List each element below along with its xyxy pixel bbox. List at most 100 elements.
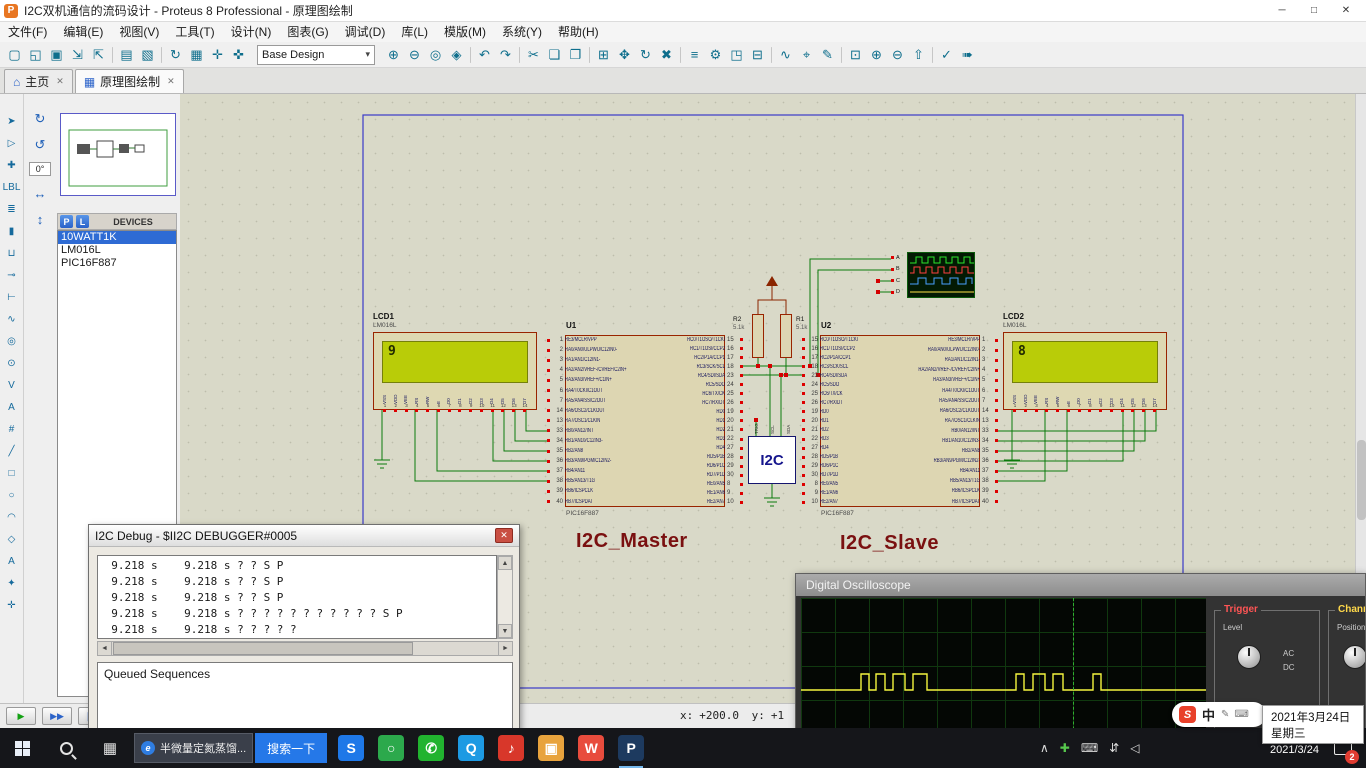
taskbar-wechat[interactable]: ✆ — [411, 728, 451, 768]
toolbar-icon[interactable] — [519, 47, 520, 63]
false-origin-icon[interactable]: ✛ — [207, 45, 228, 65]
ime-toolbar[interactable]: S 中 ✎⌨ — [1172, 702, 1266, 727]
i2c-debugger-component[interactable]: I2C — [748, 436, 796, 484]
mirror-horizontal-icon[interactable]: ↔ — [31, 184, 49, 202]
block-move-icon[interactable]: ✥ — [614, 45, 635, 65]
menu-item[interactable]: 工具(T) — [167, 22, 222, 42]
undo-icon[interactable]: ↶ — [474, 45, 495, 65]
mcu-u2[interactable]: 15RC0/T1OSO/T1CKI16RC1/T1OSI/CCP217RC2/P… — [802, 335, 998, 507]
device-list-item[interactable]: LM016L — [58, 244, 176, 257]
taskbar-clock-date[interactable]: 2021/3/24 — [1270, 744, 1319, 756]
zoom-in-icon[interactable]: ⊕ — [383, 45, 404, 65]
junction-dot-icon[interactable]: ✚ — [2, 154, 22, 176]
menu-item[interactable]: 文件(F) — [0, 22, 55, 42]
toolbar-icon[interactable] — [932, 47, 933, 63]
design-selector[interactable]: Base Design ▾ — [257, 45, 375, 65]
sogou-ime-icon[interactable]: S — [1179, 706, 1196, 723]
play-button[interactable]: ▶ — [6, 707, 36, 725]
debug-log-row[interactable]: 9.218 s 9.218 s ? ? ? ? ? ? ? ? ? ? ? S … — [98, 606, 496, 622]
menu-item[interactable]: 设计(N) — [223, 22, 280, 42]
redo-icon[interactable]: ↷ — [495, 45, 516, 65]
make-device-icon[interactable]: ⚙ — [705, 45, 726, 65]
menu-item[interactable]: 编辑(E) — [55, 22, 111, 42]
menu-item[interactable]: 库(L) — [393, 22, 436, 42]
current-probe-icon[interactable]: A — [2, 396, 22, 418]
mark-area-icon[interactable]: ▧ — [137, 45, 158, 65]
netlist-icon[interactable]: ➠ — [957, 45, 978, 65]
menu-item[interactable]: 模版(M) — [436, 22, 494, 42]
ime-mode-chinese[interactable]: 中 — [1202, 705, 1215, 724]
pick-parts-icon[interactable]: ≡ — [684, 45, 705, 65]
decompose-icon[interactable]: ⊟ — [747, 45, 768, 65]
zoom-all-icon[interactable]: ◎ — [425, 45, 446, 65]
channel-position-knob[interactable] — [1343, 645, 1366, 669]
2d-marker-icon[interactable]: ✛ — [2, 594, 22, 616]
menu-item[interactable]: 视图(V) — [111, 22, 167, 42]
refresh-icon[interactable]: ↻ — [165, 45, 186, 65]
taskbar-music[interactable]: ♪ — [491, 728, 531, 768]
ime-tool-icon[interactable]: ⌨ — [1234, 709, 1248, 720]
2d-symbol-icon[interactable]: ✦ — [2, 572, 22, 594]
maximize-button[interactable]: □ — [1298, 0, 1330, 21]
taskbar-file-explorer[interactable]: ▣ — [531, 728, 571, 768]
deskband-text[interactable]: 半微量定氮蒸馏... — [160, 740, 246, 756]
graph-mode-icon[interactable]: ∿ — [2, 308, 22, 330]
import-icon[interactable]: ⇲ — [67, 45, 88, 65]
device-pin-icon[interactable]: ⊢ — [2, 286, 22, 308]
generator-icon[interactable]: ⊙ — [2, 352, 22, 374]
menu-item[interactable]: 调试(D) — [337, 22, 394, 42]
debug-window-titlebar[interactable]: I2C Debug - $II2C DEBUGGER#0005 ✕ — [89, 525, 519, 547]
2d-path-icon[interactable]: ◇ — [2, 528, 22, 550]
oscilloscope-titlebar[interactable]: Digital Oscilloscope — [796, 574, 1365, 596]
debug-horizontal-scrollbar[interactable]: ◄ ► — [97, 641, 513, 656]
erc-check-icon[interactable]: ✓ — [936, 45, 957, 65]
search-tag-icon[interactable]: ⌖ — [796, 45, 817, 65]
virtual-instruments-icon[interactable]: # — [2, 418, 22, 440]
close-button[interactable]: ✕ — [1330, 0, 1362, 21]
packaging-tool-icon[interactable]: ◳ — [726, 45, 747, 65]
rotate-anticlockwise-icon[interactable]: ↺ — [31, 136, 49, 154]
tab-schematic[interactable]: ▦ 原理图绘制 ✕ — [75, 69, 184, 93]
scrollbar-thumb[interactable] — [113, 642, 413, 655]
tab-close-icon[interactable]: ✕ — [167, 76, 175, 87]
debug-log-row[interactable]: 9.218 s 9.218 s ? ? S P — [98, 574, 496, 590]
overview-minimap[interactable] — [60, 113, 176, 196]
debug-log-row[interactable]: 9.218 s 9.218 s ? ? S P — [98, 558, 496, 574]
export-icon[interactable]: ⇱ — [88, 45, 109, 65]
close-icon[interactable]: ✕ — [495, 528, 513, 543]
deskband-search-button[interactable]: 搜索一下 — [255, 733, 327, 763]
2d-arc-icon[interactable]: ◠ — [2, 506, 22, 528]
toolbar-icon[interactable] — [841, 47, 842, 63]
block-copy-icon[interactable]: ⊞ — [593, 45, 614, 65]
2d-text-icon[interactable]: A — [2, 550, 22, 572]
lcd2-component[interactable]: 8 VSS1VDD2VEE3RS4RW5E6D07D18D29D310D411D… — [1003, 332, 1167, 410]
new-sheet-icon[interactable]: ⊕ — [866, 45, 887, 65]
subcircuit-icon[interactable]: ⊔ — [2, 242, 22, 264]
dc-label[interactable]: DC — [1283, 663, 1295, 672]
taskbar-search-button[interactable] — [44, 728, 88, 768]
toolbar-icon[interactable] — [680, 47, 681, 63]
wire-label-icon[interactable]: LBL — [2, 176, 22, 198]
rotation-angle-field[interactable]: 0° — [29, 162, 51, 176]
browser-search-deskband[interactable]: e 半微量定氮蒸馏... — [134, 733, 253, 763]
text-script-icon[interactable]: ≣ — [2, 198, 22, 220]
resistor-r2[interactable] — [752, 314, 764, 358]
taskbar-proteus[interactable]: P — [611, 728, 651, 768]
menu-item[interactable]: 帮助(H) — [550, 22, 607, 42]
center-at-cursor-icon[interactable]: ✜ — [228, 45, 249, 65]
library-button[interactable]: L — [76, 215, 89, 228]
new-file-icon[interactable]: ▢ — [4, 45, 25, 65]
scroll-right-icon[interactable]: ► — [498, 642, 512, 655]
2d-circle-icon[interactable]: ○ — [2, 484, 22, 506]
ac-label[interactable]: AC — [1283, 649, 1294, 658]
taskbar-sogou-browser[interactable]: S — [331, 728, 371, 768]
tape-recorder-icon[interactable]: ◎ — [2, 330, 22, 352]
mcu-u1[interactable]: 1RE3/MCLR/VPP2RA0/AN0/ULPWU/C12IN0-3RA1/… — [547, 335, 743, 507]
toolbar-icon[interactable] — [112, 47, 113, 63]
device-list-item[interactable]: PIC16F887 — [58, 257, 176, 270]
terminal-icon[interactable]: ⊸ — [2, 264, 22, 286]
component-mode-icon[interactable]: ▷ — [2, 132, 22, 154]
exit-to-parent-icon[interactable]: ⇧ — [908, 45, 929, 65]
toolbar-icon[interactable] — [589, 47, 590, 63]
oscilloscope-component[interactable] — [907, 252, 975, 298]
